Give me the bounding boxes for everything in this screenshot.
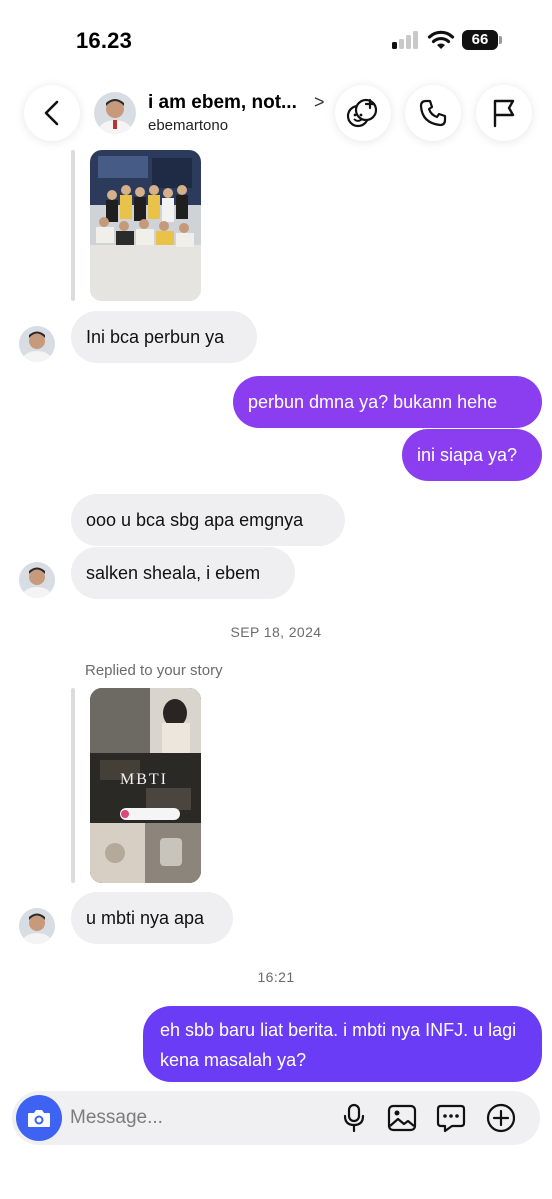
story-thumbnail[interactable]: [90, 150, 201, 301]
back-icon: [44, 100, 59, 126]
microphone-button[interactable]: [339, 1103, 369, 1133]
gallery-icon: [387, 1104, 417, 1132]
camera-icon: [28, 1110, 50, 1127]
plus-icon: [486, 1103, 516, 1133]
date-separator: SEP 18, 2024: [230, 624, 322, 640]
message-incoming[interactable]: ooo u bca sbg apa emgnya: [71, 494, 345, 546]
gallery-button[interactable]: [387, 1103, 417, 1133]
phone-icon: [419, 99, 447, 127]
replied-to-story-label: Replied to your story: [85, 662, 223, 679]
message-input[interactable]: [70, 1103, 310, 1133]
call-button[interactable]: [405, 85, 461, 141]
time-separator: 16:21: [257, 969, 295, 985]
header-username[interactable]: ebemartono: [148, 117, 228, 134]
sender-avatar[interactable]: [19, 562, 55, 598]
signal-icon: [392, 31, 420, 49]
message-incoming[interactable]: salken sheala, i ebem: [71, 547, 295, 599]
back-button[interactable]: [24, 85, 80, 141]
message-outgoing[interactable]: ini siapa ya?: [402, 429, 542, 481]
sender-avatar[interactable]: [19, 326, 55, 362]
chat-header: i am ebem, not... > ebemartono: [0, 82, 552, 144]
microphone-icon: [343, 1103, 365, 1133]
camera-button[interactable]: [16, 1095, 62, 1141]
sticker-icon: [436, 1104, 466, 1133]
wifi-icon: [427, 30, 455, 49]
message-composer: [12, 1091, 540, 1145]
story-title-text: MBTI: [120, 771, 168, 788]
status-time: 16.23: [76, 28, 133, 53]
reply-quote-bar: [71, 150, 75, 301]
battery-icon: 66: [462, 30, 498, 50]
reply-quote-bar: [71, 688, 75, 883]
story-thumbnail[interactable]: MBTI: [90, 688, 201, 883]
header-avatar[interactable]: [94, 92, 136, 134]
effects-icon: [346, 98, 378, 128]
chevron-right-icon[interactable]: >: [314, 92, 325, 113]
message-incoming[interactable]: Ini bca perbun ya: [71, 311, 257, 363]
effects-button[interactable]: [335, 85, 391, 141]
header-display-name[interactable]: i am ebem, not...: [148, 92, 297, 114]
status-bar: 16.23 66: [0, 0, 552, 70]
message-outgoing[interactable]: perbun dmna ya? bukann hehe: [233, 376, 542, 428]
sticker-button[interactable]: [436, 1103, 466, 1133]
message-outgoing[interactable]: eh sbb baru liat berita. i mbti nya INFJ…: [143, 1006, 542, 1082]
message-incoming[interactable]: u mbti nya apa: [71, 892, 233, 944]
more-button[interactable]: [486, 1103, 516, 1133]
battery-nub: [499, 36, 502, 44]
report-button[interactable]: [476, 85, 532, 141]
sender-avatar[interactable]: [19, 908, 55, 944]
flag-icon: [493, 99, 515, 128]
